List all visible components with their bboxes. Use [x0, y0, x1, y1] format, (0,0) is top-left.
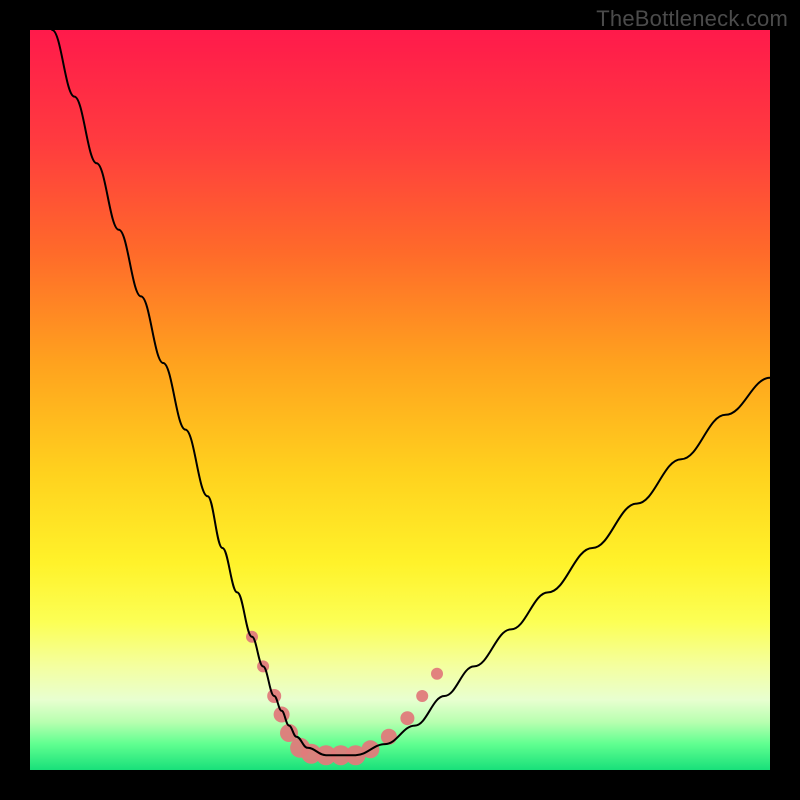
curve-layer [30, 30, 770, 770]
highlight-marker [274, 707, 290, 723]
highlight-marker [381, 729, 397, 745]
plot-area [30, 30, 770, 770]
bottleneck-curve [52, 30, 770, 755]
highlight-marker [400, 711, 414, 725]
highlight-marker [431, 668, 443, 680]
highlight-marker [416, 690, 428, 702]
chart-frame: TheBottleneck.com [0, 0, 800, 800]
watermark-text: TheBottleneck.com [596, 6, 788, 32]
